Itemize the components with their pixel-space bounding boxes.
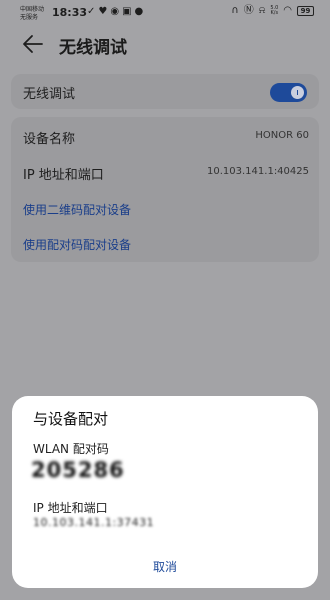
notification-icon: ♥ [98, 6, 108, 17]
wlan-code-label: WLAN 配对码 [33, 442, 109, 456]
net-speed-unit: K/s [270, 10, 279, 16]
page-title: 无线调试 [59, 38, 127, 58]
wireless-debugging-switch[interactable] [270, 83, 307, 102]
dialog-ip-value: 10.103.141.1:37431 [33, 516, 155, 529]
status-clock: 18:33 [52, 6, 88, 19]
wlan-pairing-code: 205286 [31, 458, 125, 482]
header: 无线调试 [0, 30, 330, 60]
switch-knob [291, 86, 304, 99]
back-arrow-icon[interactable] [20, 33, 46, 55]
notification-icon: ✓ [87, 6, 96, 17]
notification-icon: ◉ [110, 6, 120, 17]
notification-icon: ● [134, 6, 144, 17]
wireless-debugging-toggle-row[interactable]: 无线调试 [11, 74, 319, 109]
device-name-value: HONOR 60 [255, 130, 309, 141]
pair-with-qr-link[interactable]: 使用二维码配对设备 [23, 201, 131, 218]
bell-muted-icon: ⍾ [258, 5, 266, 16]
carrier-status: 无服务 [20, 14, 39, 21]
notification-icon: ▣ [122, 6, 132, 17]
net-speed: 5.0 K/s [270, 6, 278, 16]
battery-icon: 99 [297, 6, 314, 16]
device-name-label: 设备名称 [23, 132, 76, 147]
wifi-icon: ◠ [283, 5, 292, 16]
wireless-debugging-label: 无线调试 [23, 87, 76, 102]
device-info-card: 设备名称 HONOR 60 IP 地址和端口 10.103.141.1:4042… [11, 117, 319, 262]
dialog-title: 与设备配对 [33, 410, 109, 428]
cancel-button[interactable]: 取消 [135, 556, 195, 578]
status-bar: 中国移动 无服务 18:33 ✓ ♥ ◉ ▣ ● ∩ Ⓝ ⍾ 5.0 K/s ◠… [0, 0, 330, 26]
system-icons: ∩ Ⓝ ⍾ 5.0 K/s ◠ 99 [231, 5, 314, 17]
pairing-dialog: 与设备配对 WLAN 配对码 205286 IP 地址和端口 10.103.14… [12, 396, 318, 588]
ip-port-label: IP 地址和端口 [23, 168, 104, 183]
dialog-ip-label: IP 地址和端口 [33, 501, 108, 515]
carrier-name: 中国移动 [20, 6, 45, 13]
notification-icons: ✓ ♥ ◉ ▣ ● [87, 6, 143, 18]
ip-port-value: 10.103.141.1:40425 [207, 166, 309, 177]
pair-with-code-link[interactable]: 使用配对码配对设备 [23, 236, 131, 253]
nfc-icon: Ⓝ [243, 5, 254, 16]
carrier-info: 中国移动 无服务 [20, 6, 44, 22]
headphones-icon: ∩ [231, 5, 239, 16]
